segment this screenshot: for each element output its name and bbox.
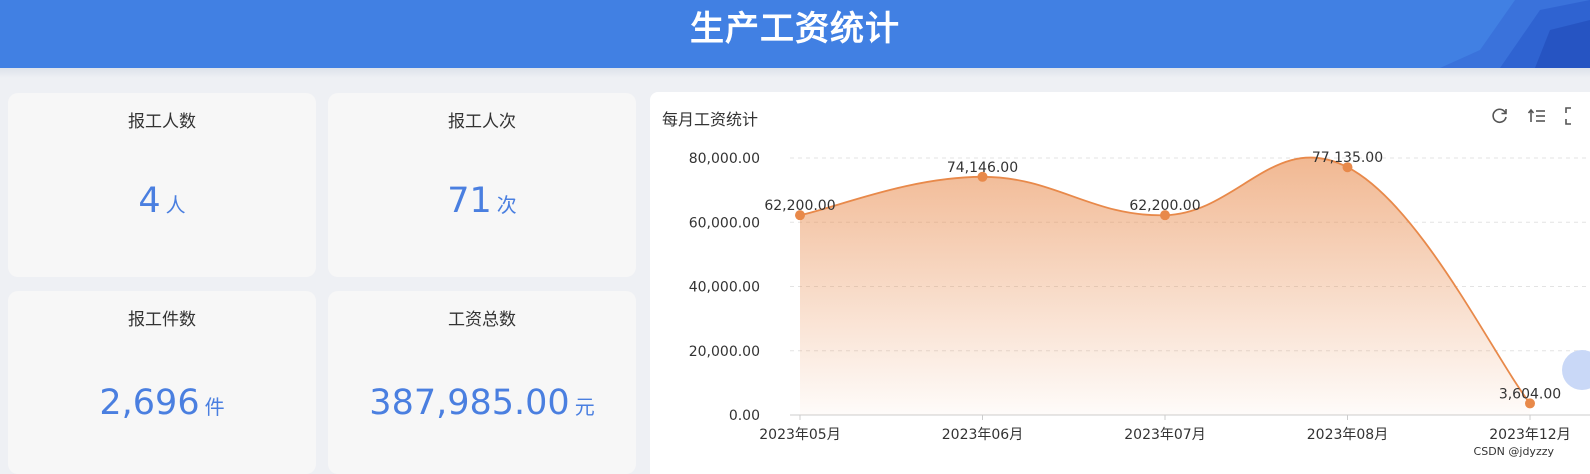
chart-title: 每月工资统计 — [662, 110, 759, 129]
data-view-icon[interactable] — [1527, 106, 1547, 126]
stat-unit: 人 — [165, 193, 186, 217]
header-shadow — [0, 68, 1590, 78]
refresh-icon[interactable] — [1490, 106, 1510, 126]
fullscreen-icon[interactable] — [1564, 106, 1584, 126]
stat-value-row: 71 次 — [328, 181, 636, 221]
page-header: 生产工资统计 — [0, 0, 1590, 68]
data-label: 74,146.00 — [947, 160, 1018, 176]
stat-unit: 元 — [574, 395, 595, 419]
stat-card-total-wages: 工资总数 387,985.00 元 — [328, 291, 636, 474]
x-tick-label: 2023年06月 — [942, 427, 1023, 443]
stat-title: 工资总数 — [448, 310, 516, 330]
y-tick-label: 40,000.00 — [689, 280, 760, 296]
y-tick-label: 80,000.00 — [689, 151, 760, 167]
monthly-wage-chart: 0.00 20,000.00 40,000.00 60,000.00 80,000.00… — [689, 150, 1590, 443]
stat-number: 2,696 — [99, 383, 200, 423]
stat-value-row: 387,985.00 元 — [328, 383, 636, 423]
x-tick-label: 2023年12月 — [1489, 427, 1570, 443]
stat-unit: 次 — [496, 193, 517, 217]
data-label: 77,135.00 — [1312, 150, 1383, 166]
y-tick-label: 60,000.00 — [689, 215, 760, 231]
stat-card-piece-count: 报工件数 2,696 件 — [8, 291, 316, 474]
stat-value-row: 4人 — [8, 181, 316, 221]
stat-title: 报工人次 — [448, 112, 516, 132]
stat-card-worker-count: 报工人数 4人 — [8, 93, 316, 277]
stat-value-row: 2,696 件 — [8, 383, 316, 423]
x-tick-label: 2023年07月 — [1124, 427, 1205, 443]
x-tick-label: 2023年08月 — [1307, 427, 1388, 443]
y-tick-label: 0.00 — [729, 408, 760, 424]
stat-number: 4 — [138, 181, 161, 221]
data-label: 3,604.00 — [1499, 386, 1561, 402]
header-decoration — [1440, 0, 1590, 68]
page-title: 生产工资统计 — [690, 9, 900, 49]
stat-unit: 件 — [204, 395, 225, 419]
stat-title: 报工人数 — [128, 112, 196, 132]
data-label: 62,200.00 — [1129, 198, 1200, 214]
x-tick-label: 2023年05月 — [759, 427, 840, 443]
stat-number: 387,985.00 — [369, 383, 570, 423]
stat-title: 报工件数 — [128, 310, 196, 330]
y-tick-label: 20,000.00 — [689, 344, 760, 360]
watermark: CSDN @jdyzzy — [1473, 445, 1554, 458]
monthly-wage-chart-panel: 0.00 20,000.00 40,000.00 60,000.00 80,000.00… — [650, 92, 1590, 474]
stat-number: 71 — [447, 181, 492, 221]
stat-card-report-times: 报工人次 71 次 — [328, 93, 636, 277]
data-label: 62,200.00 — [764, 198, 835, 214]
series-area — [800, 157, 1530, 415]
